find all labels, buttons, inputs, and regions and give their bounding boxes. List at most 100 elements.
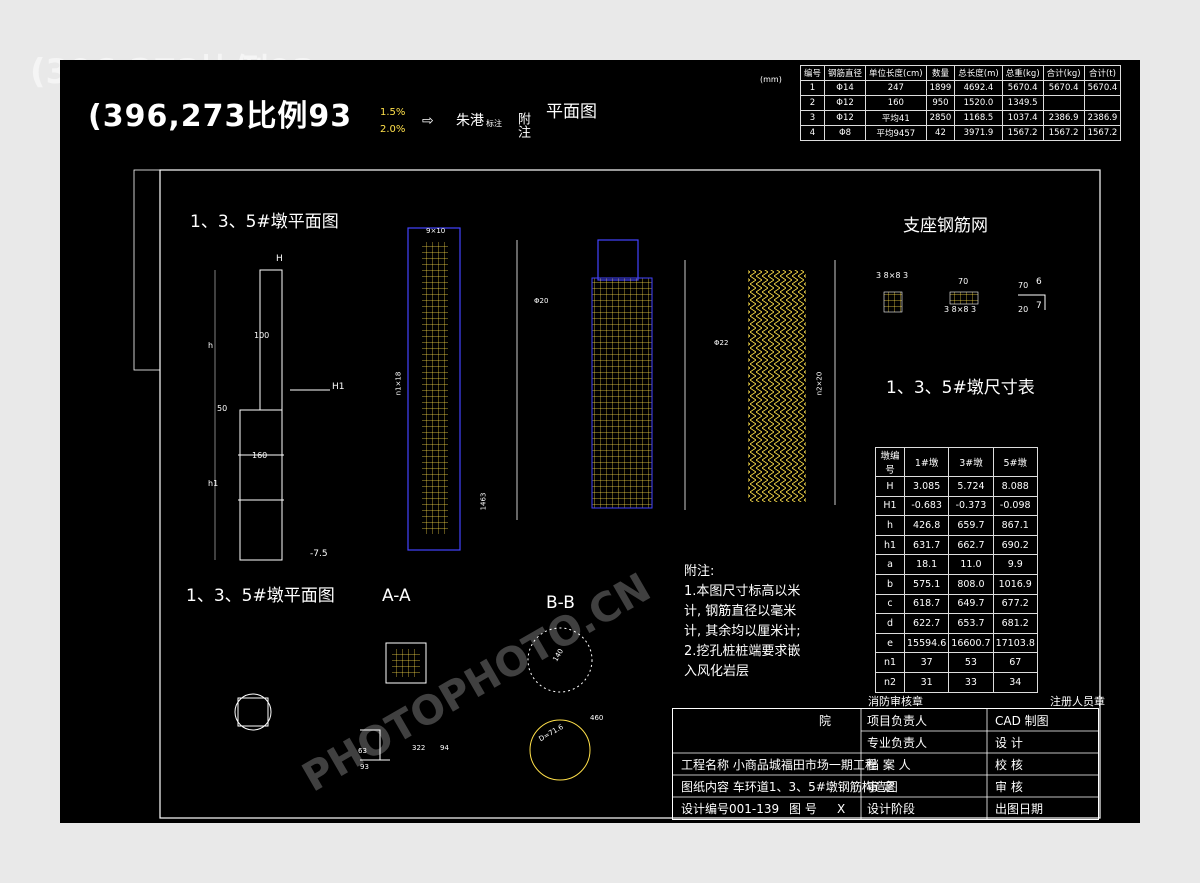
registration-stamp-label: 注册人员章	[1050, 695, 1105, 708]
label-grid: 9×10	[426, 227, 446, 235]
table-row: h 426.8 659.7 867.1	[875, 515, 1038, 536]
table-cell: 426.8	[903, 515, 950, 536]
table-cell: e	[875, 632, 905, 654]
table-cell: 659.7	[948, 515, 994, 536]
table-cell: 3.085	[903, 476, 950, 497]
pier-dimension-table: 墩编号 1#墩 3#墩 5#墩 H 3.085 5.724 8.088 H1 -0.68…	[875, 447, 1038, 693]
table-cell: 34	[992, 671, 1038, 693]
table-cell: 653.7	[948, 613, 994, 634]
spiral-reinforcement	[748, 270, 806, 502]
table-cell: 808.0	[948, 573, 994, 595]
table-cell: n2	[875, 671, 905, 693]
table-cell: 31	[903, 671, 950, 693]
support-mesh-1	[883, 291, 903, 313]
label-d70: 70	[1018, 281, 1029, 290]
table-cell: 18.1	[903, 554, 950, 575]
section-aa-label: A-A	[382, 586, 411, 606]
table-row: H1 -0.683 -0.373 -0.098	[875, 495, 1038, 517]
section-aa-mesh	[392, 649, 420, 677]
table-cell: a	[875, 554, 905, 575]
table-cell: n1	[875, 652, 905, 673]
side-strip	[133, 169, 161, 371]
table-cell: h	[875, 515, 905, 536]
table-cell: 16600.7	[948, 632, 994, 654]
cad-drawing-sheet: (396,273比例93 1.5% 2.0% ⇨ 朱港 标注 附注 平面图 (m…	[60, 60, 1140, 823]
table-cell: 690.2	[992, 534, 1038, 556]
table-cell: 867.1	[992, 515, 1038, 536]
label-mesh1: 3 8×8 3	[876, 271, 909, 280]
table-cell: -0.373	[948, 495, 994, 517]
title-block-grid	[673, 709, 1098, 819]
note-item: 2.挖孔桩桩端要求嵌入风化岩层	[684, 644, 801, 679]
table-cell: 9.9	[992, 554, 1038, 575]
label-h1: h1	[208, 479, 219, 488]
label-n2x20: n2×20	[815, 371, 824, 396]
table-cell: 1016.9	[992, 573, 1038, 595]
table-cell: 622.7	[903, 613, 950, 634]
column-bb-mesh	[591, 277, 653, 509]
label-H: H	[276, 254, 283, 264]
table-cell: 631.7	[903, 534, 950, 556]
table-cell: 575.1	[903, 573, 950, 595]
label-160: 160	[252, 451, 268, 460]
table-row: a 18.1 11.0 9.9	[875, 554, 1038, 575]
table-header-cell: 3#墩	[948, 447, 994, 477]
table-cell: 681.2	[992, 613, 1038, 634]
small-section-circle	[234, 693, 272, 731]
label-H1: H1	[332, 382, 345, 392]
table-cell: 5.724	[948, 476, 994, 497]
label-94: 94	[440, 744, 449, 752]
column-aa-mesh	[422, 242, 448, 534]
support-mesh-title: 支座钢筋网	[903, 216, 988, 236]
small-section	[237, 697, 269, 727]
label-mesh3: 70	[958, 277, 969, 286]
notes-block: 附注: 1.本图尺寸标高以米计, 钢筋直径以毫米计, 其余均以厘米计; 2.挖孔…	[684, 562, 804, 682]
pier-plan-title-2: 1、3、5#墩平面图	[186, 586, 335, 606]
table-row: H 3.085 5.724 8.088	[875, 476, 1038, 497]
table-cell: -0.098	[992, 495, 1038, 517]
label-6: 6	[1036, 277, 1042, 287]
table-cell: 15594.6	[903, 632, 950, 654]
table-cell: 33	[948, 671, 994, 693]
note-item: 1.本图尺寸标高以米计, 钢筋直径以毫米计, 其余均以厘米计;	[684, 584, 801, 639]
table-row: e 15594.6 16600.7 17103.8	[875, 632, 1038, 654]
pier-elevation	[214, 269, 330, 561]
table-cell: 37	[903, 652, 950, 673]
label-mesh2: 3 8×8 3	[944, 305, 977, 314]
dim-table-title: 1、3、5#墩尺寸表	[886, 378, 1035, 398]
label-100: 100	[254, 331, 270, 340]
notes-title: 附注:	[684, 564, 715, 579]
column-bb-frame	[597, 239, 639, 281]
table-cell: 17103.8	[992, 632, 1038, 654]
table-row: h1 631.7 662.7 690.2	[875, 534, 1038, 556]
table-header-cell: 5#墩	[992, 447, 1038, 477]
table-cell: 11.0	[948, 554, 994, 575]
label-b822: Φ22	[714, 339, 729, 347]
table-cell: H	[875, 476, 905, 497]
label-50: 50	[217, 404, 228, 413]
table-cell: H1	[875, 495, 905, 517]
table-cell: 677.2	[992, 593, 1038, 615]
table-header-cell: 墩编号	[875, 447, 905, 477]
table-row: d 622.7 653.7 681.2	[875, 613, 1038, 634]
fire-stamp-label: 消防审核章	[868, 695, 923, 708]
label-d20: 20	[1018, 305, 1029, 314]
table-cell: h1	[875, 534, 905, 556]
support-mesh-2	[949, 291, 979, 305]
table-row: b 575.1 808.0 1016.9	[875, 573, 1038, 595]
label-460: 460	[590, 714, 604, 722]
pier-plan-title: 1、3、5#墩平面图	[190, 212, 339, 232]
table-cell: 53	[948, 652, 994, 673]
label-b820: Φ20	[534, 297, 549, 305]
table-cell: -0.683	[903, 495, 950, 517]
label-7: 7	[1036, 301, 1042, 311]
table-row: n1 37 53 67	[875, 652, 1038, 673]
label-322: 322	[412, 744, 426, 752]
table-cell: 67	[992, 652, 1038, 673]
label-n1x18: n1×18	[394, 371, 403, 396]
table-cell: c	[875, 593, 905, 615]
table-cell: d	[875, 613, 905, 634]
table-header-cell: 1#墩	[903, 447, 950, 477]
title-block: 院 项目负责人 CAD 制图 专业负责人 设 计 工程名称 小商品城福田市场一期…	[672, 708, 1099, 820]
label-h: h	[208, 341, 214, 350]
